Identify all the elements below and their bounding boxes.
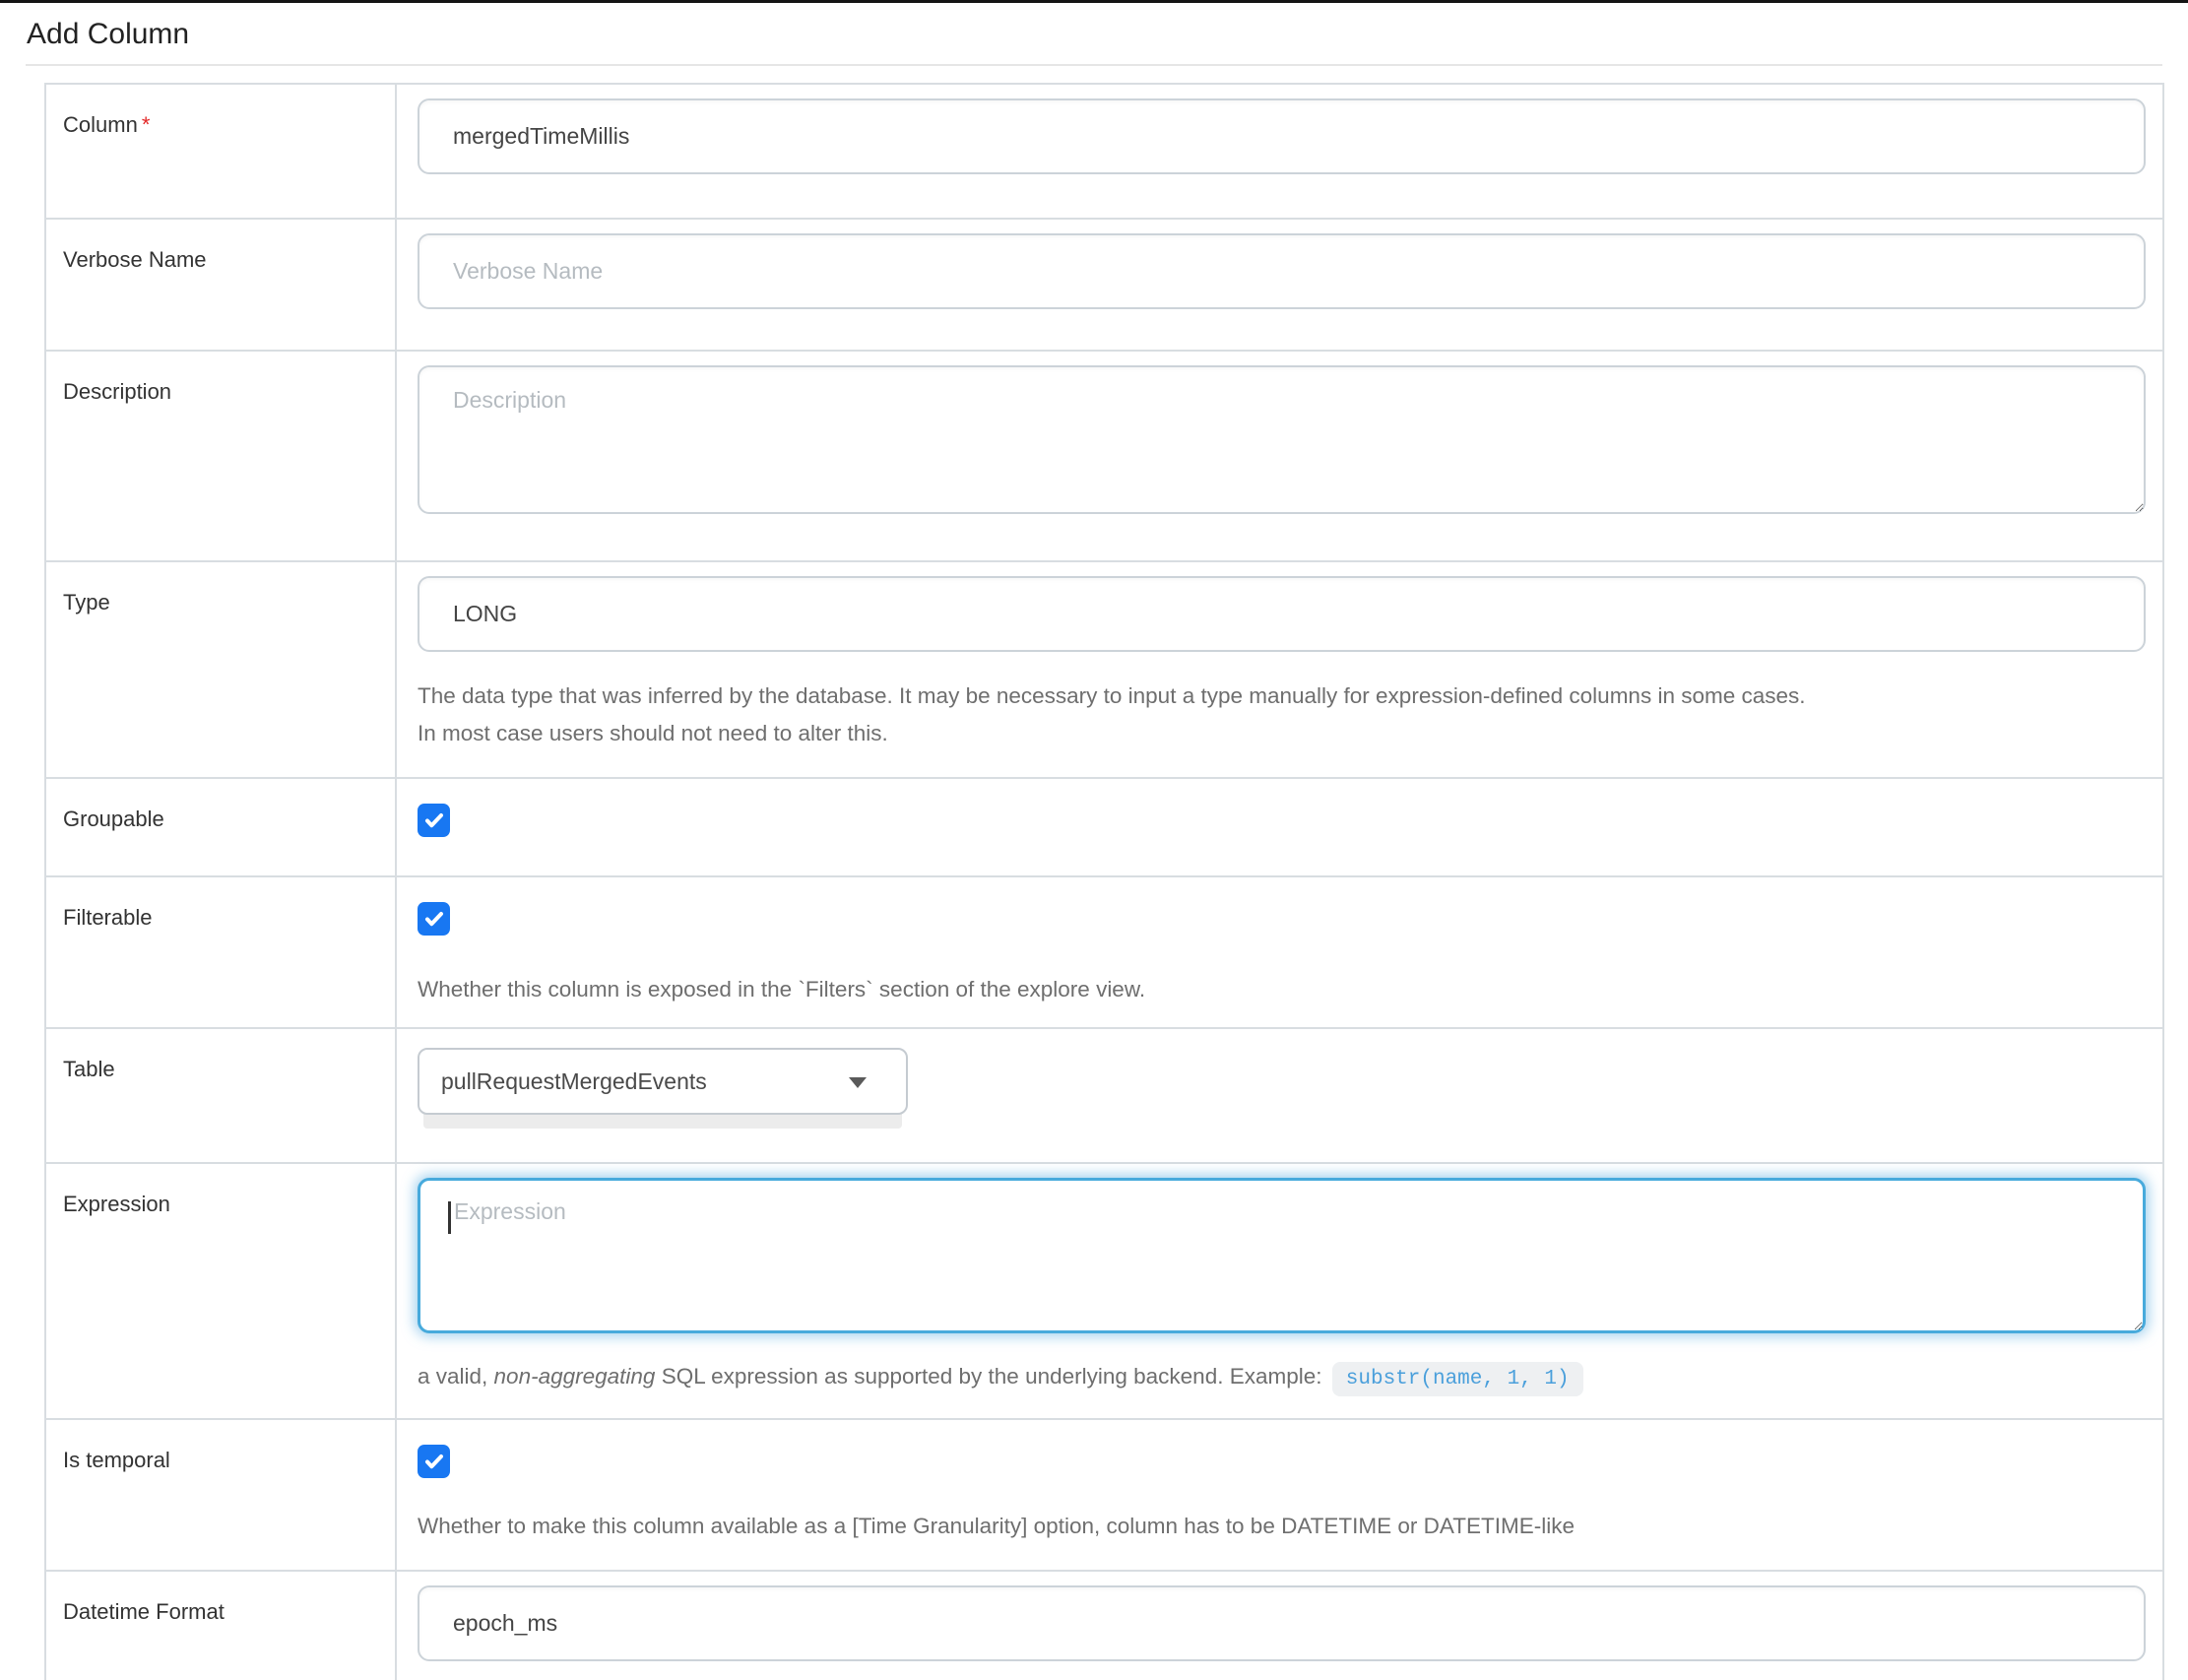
form-row-is-temporal: Is temporal Whether to make this column …: [46, 1418, 2162, 1570]
description-label: Description: [46, 352, 397, 560]
type-input-cell: The data type that was inferred by the d…: [397, 562, 2165, 777]
table-label: Table: [46, 1029, 397, 1162]
filterable-label: Filterable: [46, 877, 397, 1027]
expression-help-emphasis: non-aggregating: [494, 1364, 656, 1389]
filterable-checkbox[interactable]: [418, 902, 450, 936]
datetime-format-input[interactable]: [418, 1585, 2146, 1661]
type-help-line1: The data type that was inferred by the d…: [418, 678, 2146, 715]
required-asterisk: *: [142, 112, 151, 137]
verbose-name-label: Verbose Name: [46, 220, 397, 350]
inline-code: substr(name, 1, 1): [1332, 1362, 1583, 1396]
table-select-value: pullRequestMergedEvents: [441, 1068, 707, 1095]
column-input-cell: [397, 85, 2165, 218]
groupable-checkbox[interactable]: [418, 804, 450, 837]
column-input[interactable]: [418, 98, 2146, 174]
table-select[interactable]: pullRequestMergedEvents: [418, 1048, 908, 1115]
expression-help: a valid, non-aggregating SQL expression …: [418, 1358, 2146, 1398]
form-row-expression: Expression a valid, non-aggregating SQL …: [46, 1162, 2162, 1418]
page-title: Add Column: [27, 17, 2188, 52]
is-temporal-help: Whether to make this column available as…: [418, 1508, 2143, 1545]
form-row-type: Type The data type that was inferred by …: [46, 560, 2162, 777]
expression-textarea[interactable]: [418, 1178, 2146, 1333]
table-input-cell: pullRequestMergedEvents: [397, 1029, 2162, 1162]
type-help: The data type that was inferred by the d…: [418, 678, 2146, 752]
column-label-text: Column: [63, 112, 138, 137]
expression-input-cell: a valid, non-aggregating SQL expression …: [397, 1164, 2165, 1418]
datetime-format-label: Datetime Format: [46, 1572, 397, 1680]
form-row-filterable: Filterable Whether this column is expose…: [46, 875, 2162, 1027]
expression-label: Expression: [46, 1164, 397, 1418]
type-help-line2: In most case users should not need to al…: [418, 715, 2146, 752]
form-row-groupable: Groupable: [46, 777, 2162, 875]
type-input[interactable]: [418, 576, 2146, 652]
is-temporal-checkbox[interactable]: [418, 1445, 450, 1478]
filterable-input-cell: Whether this column is exposed in the `F…: [397, 877, 2162, 1027]
column-label: Column*: [46, 85, 397, 218]
expression-textarea-wrap: [418, 1178, 2146, 1333]
type-label: Type: [46, 562, 397, 777]
form-row-verbose-name: Verbose Name: [46, 218, 2162, 350]
filterable-help: Whether this column is exposed in the `F…: [418, 971, 2143, 1008]
check-icon: [422, 907, 446, 931]
is-temporal-label: Is temporal: [46, 1420, 397, 1570]
check-icon: [422, 808, 446, 832]
check-icon: [422, 1450, 446, 1473]
expression-help-prefix: a valid,: [418, 1364, 494, 1389]
datetime-format-input-cell: [397, 1572, 2165, 1680]
description-textarea[interactable]: [418, 365, 2146, 514]
form-row-column: Column*: [46, 85, 2162, 218]
add-column-form: Column* Verbose Name Description Type Th…: [44, 83, 2164, 1680]
verbose-name-input-cell: [397, 220, 2165, 350]
groupable-label: Groupable: [46, 779, 397, 875]
is-temporal-input-cell: Whether to make this column available as…: [397, 1420, 2162, 1570]
chevron-down-icon: [849, 1077, 867, 1088]
title-divider: [26, 64, 2162, 66]
groupable-input-cell: [397, 779, 2162, 875]
form-row-description: Description: [46, 350, 2162, 560]
verbose-name-input[interactable]: [418, 233, 2146, 309]
form-row-datetime-format: Datetime Format: [46, 1570, 2162, 1680]
description-input-cell: [397, 352, 2165, 560]
form-row-table: Table pullRequestMergedEvents: [46, 1027, 2162, 1162]
expression-help-middle: SQL expression as supported by the under…: [655, 1364, 1327, 1389]
